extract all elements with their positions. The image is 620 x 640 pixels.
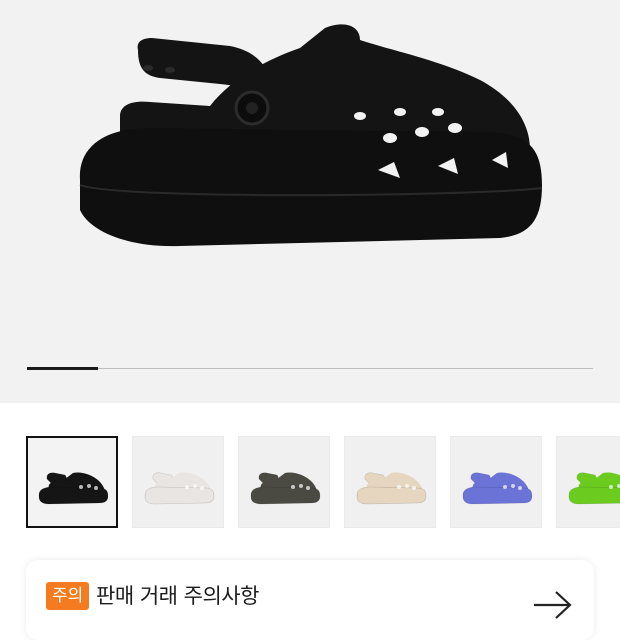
clog-black-icon <box>38 472 109 505</box>
caution-badge: 주의 <box>46 582 90 610</box>
clog-dark-olive-icon <box>250 472 321 505</box>
product-image-gallery[interactable] <box>0 0 620 403</box>
color-variant-thumbnails <box>26 436 620 530</box>
color-thumbnail[interactable] <box>238 436 330 528</box>
clog-lime-icon <box>568 472 620 505</box>
clog-periwinkle-icon <box>462 472 533 505</box>
gallery-progress-track <box>27 367 593 370</box>
notice-title: 판매 거래 주의사항 <box>96 584 259 608</box>
color-thumbnail[interactable] <box>450 436 542 528</box>
arrow-right-icon[interactable] <box>532 590 574 620</box>
color-thumbnail[interactable] <box>132 436 224 528</box>
clog-bone-icon <box>356 472 427 505</box>
color-thumbnail[interactable] <box>556 436 620 528</box>
product-image <box>79 24 543 247</box>
color-thumbnail[interactable] <box>344 436 436 528</box>
color-thumbnail[interactable] <box>26 436 118 528</box>
sale-notice-card[interactable]: 주의 판매 거래 주의사항 <box>26 560 594 640</box>
gallery-progress-indicator <box>27 367 98 370</box>
clog-white-floral-icon <box>144 472 215 505</box>
